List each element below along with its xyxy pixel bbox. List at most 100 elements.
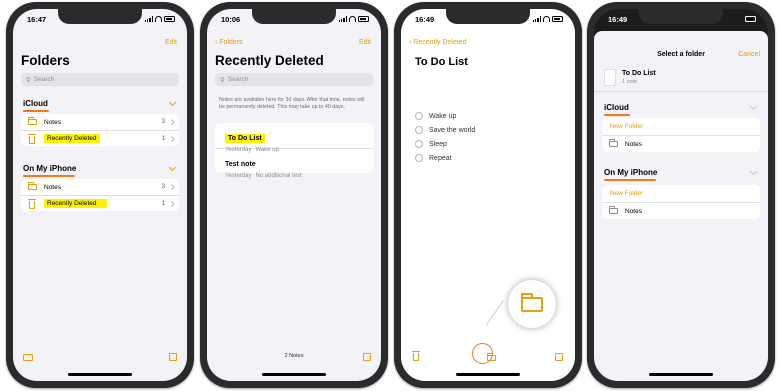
search-placeholder: Search [227, 76, 249, 83]
wifi-icon [155, 16, 162, 22]
back-button[interactable]: ‹ Recently Deleted [409, 39, 467, 46]
chevron-down-icon[interactable] [749, 167, 758, 176]
checklist-label: Wake up [429, 112, 457, 120]
note-preview: To Do List 1 note [604, 69, 656, 86]
folder-count: 1 [161, 135, 165, 142]
search-placeholder: Search [33, 76, 55, 83]
new-folder-icon[interactable] [23, 354, 33, 361]
list-item[interactable]: To Do List Yesterday Wake up [215, 123, 373, 153]
checkbox[interactable] [415, 126, 423, 134]
folder-row-notes[interactable]: Notes [602, 202, 760, 219]
new-folder-button[interactable]: New Folder [602, 185, 760, 202]
notes-count: 2 Notes [284, 353, 304, 359]
new-folder-button[interactable]: New Folder [602, 118, 760, 135]
status-time: 16:49 [415, 15, 435, 24]
checklist-item[interactable]: Save the world [415, 126, 475, 134]
compose-icon[interactable] [169, 353, 177, 361]
note-title: To Do List [415, 56, 468, 68]
page-title: Folders [21, 53, 70, 68]
checkbox[interactable] [415, 112, 423, 120]
home-indicator [262, 373, 326, 376]
folder-group-icloud: New Folder Notes [602, 118, 760, 152]
screen: 16:49 ‹ Recently Deleted To Do List Wake… [401, 9, 575, 381]
phone-folders: 16:47 Edit Folders ⚲ Search iCloud Notes… [6, 2, 194, 388]
wifi-icon [543, 16, 550, 22]
info-text: Notes are available here for 30 days. Af… [219, 97, 365, 110]
edit-button[interactable]: Edit [165, 39, 177, 46]
cancel-button[interactable]: Cancel [738, 51, 760, 58]
preview-title: To Do List [622, 70, 656, 77]
chevron-down-icon[interactable] [168, 98, 177, 107]
checklist-item[interactable]: Repeat [415, 154, 452, 162]
battery-icon [358, 16, 369, 22]
chevron-right-icon [168, 201, 174, 206]
checklist-item[interactable]: Wake up [415, 112, 456, 120]
folder-row-recently-deleted[interactable]: Recently Deleted 1 [21, 195, 179, 211]
folder-label: Notes [625, 207, 642, 215]
folder-row-notes[interactable]: Notes 3 [21, 179, 179, 195]
screen: 10:06 ‹ Folders Edit Recently Deleted ⚲ … [207, 9, 381, 381]
note-preview: Wake up [255, 147, 279, 153]
folder-row-recently-deleted[interactable]: Recently Deleted 1 [21, 130, 179, 146]
folder-group-on-my-iphone: Notes 3 Recently Deleted 1 [21, 179, 179, 211]
search-field[interactable]: ⚲ Search [215, 73, 373, 86]
home-indicator [68, 373, 132, 376]
checkbox[interactable] [415, 154, 423, 162]
notes-list: To Do List Yesterday Wake up Test note Ye… [215, 123, 373, 179]
folder-count: 1 [161, 200, 165, 207]
battery-icon [164, 16, 175, 22]
divider [594, 91, 768, 92]
checkbox[interactable] [415, 140, 423, 148]
folder-group-on-my-iphone: New Folder Notes [602, 185, 760, 219]
magnifier-callout [507, 279, 557, 329]
folder-label: Notes [44, 183, 61, 191]
folder-count: 3 [161, 184, 165, 190]
folder-label: Notes [44, 118, 61, 126]
back-label: Folders [219, 39, 243, 46]
notch [639, 9, 723, 24]
compose-icon[interactable] [555, 353, 563, 361]
page-title: Recently Deleted [215, 53, 324, 68]
chevron-down-icon[interactable] [168, 163, 177, 172]
trash-icon [28, 198, 36, 209]
search-icon: ⚲ [26, 76, 31, 84]
note-title: To Do List [225, 134, 265, 143]
home-indicator [649, 373, 713, 376]
trash-icon [28, 133, 36, 144]
compose-icon[interactable] [363, 353, 371, 361]
section-title-on-my-iphone: On My iPhone [604, 168, 658, 177]
screen: 16:49 Select a folder Cancel To Do List … [594, 9, 768, 381]
search-icon: ⚲ [220, 76, 225, 84]
folder-icon [608, 206, 618, 214]
screen: 16:47 Edit Folders ⚲ Search iCloud Notes… [13, 9, 187, 381]
folder-label: Recently Deleted [44, 134, 100, 143]
folder-row-notes[interactable]: Notes 3 [21, 114, 179, 130]
search-field[interactable]: ⚲ Search [21, 73, 179, 86]
section-title-icloud: iCloud [604, 103, 629, 112]
annotation-underline [23, 175, 75, 177]
chevron-down-icon[interactable] [749, 102, 758, 111]
new-folder-label: New Folder [610, 123, 644, 130]
folder-count: 3 [161, 119, 165, 125]
status-time: 16:49 [608, 15, 628, 24]
trash-icon[interactable] [412, 351, 420, 361]
signal-icon [144, 16, 153, 22]
folder-icon [27, 182, 37, 190]
note-preview: No additional text [255, 173, 302, 179]
edit-button[interactable]: Edit [359, 39, 371, 46]
chevron-right-icon [168, 184, 174, 190]
folder-label: Notes [625, 140, 642, 148]
checklist-item[interactable]: Sleep [415, 140, 447, 148]
annotation-circle [472, 343, 493, 364]
select-folder-sheet: Select a folder Cancel To Do List 1 note… [594, 31, 768, 381]
checklist-label: Save the world [429, 126, 476, 134]
note-thumbnail [604, 69, 616, 86]
signal-icon [338, 16, 347, 22]
back-button[interactable]: ‹ Folders [215, 39, 243, 46]
notch [252, 9, 336, 24]
phone-select-folder: 16:49 Select a folder Cancel To Do List … [587, 2, 775, 388]
folder-row-notes[interactable]: Notes [602, 135, 760, 152]
notch [58, 9, 142, 24]
phone-note-detail: 16:49 ‹ Recently Deleted To Do List Wake… [394, 2, 582, 388]
annotation-underline [604, 179, 656, 181]
